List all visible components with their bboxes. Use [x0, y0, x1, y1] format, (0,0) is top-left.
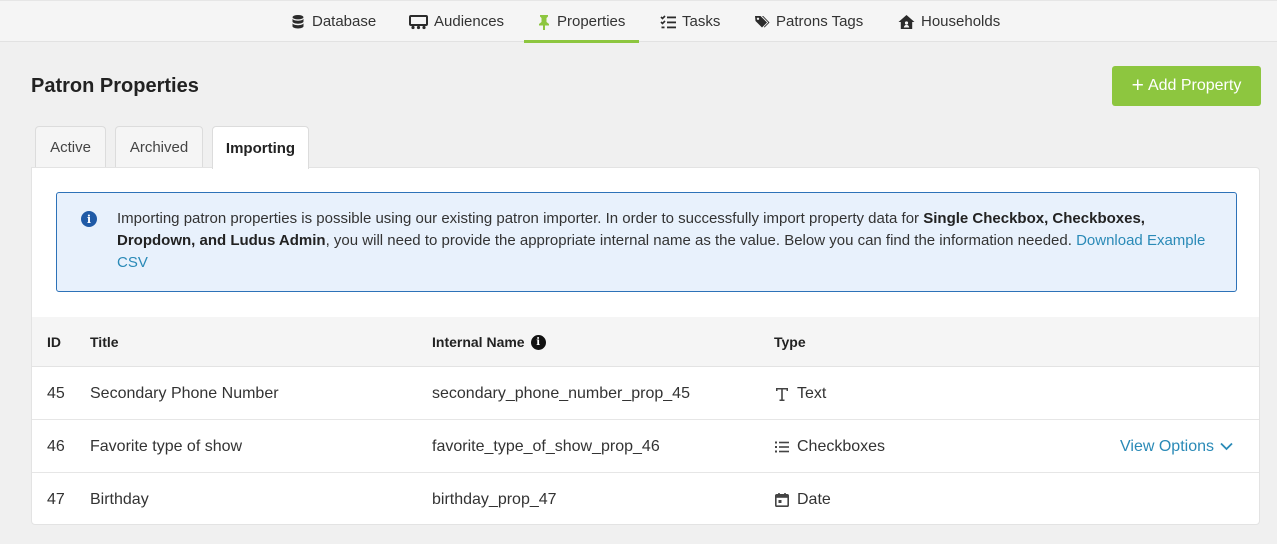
cell-title: Favorite type of show [90, 437, 243, 455]
cell-type: Text [774, 367, 826, 420]
column-header-label: Internal Name [432, 334, 525, 350]
nav-item-properties[interactable]: Properties [523, 1, 640, 43]
nav-label: Audiences [434, 13, 505, 30]
audiences-icon [409, 14, 428, 30]
info-message: Importing patron properties is possible … [117, 208, 1217, 274]
cell-id: 47 [47, 490, 65, 508]
cell-id: 45 [47, 384, 65, 402]
plus-icon: + [1131, 73, 1144, 97]
pushpin-icon [537, 14, 551, 30]
column-header-title: Title [90, 334, 119, 350]
column-header-type: Type [774, 334, 806, 350]
table-row: 45 Secondary Phone Number secondary_phon… [32, 367, 1259, 420]
column-header-id: ID [47, 334, 61, 350]
type-label: Date [797, 490, 831, 508]
nav-item-audiences[interactable]: Audiences [409, 1, 504, 42]
cell-internal-name: birthday_prop_47 [432, 490, 557, 508]
add-property-label: Add Property [1147, 77, 1242, 94]
tags-icon [754, 14, 770, 30]
tasks-icon [660, 14, 676, 30]
nav-label: Tasks [682, 13, 721, 30]
database-icon [290, 14, 306, 30]
importing-panel: i Importing patron properties is possibl… [31, 167, 1260, 525]
info-text-part: , you will need to provide the appropria… [325, 232, 1077, 249]
cell-type: Checkboxes [774, 420, 885, 473]
calendar-icon [774, 492, 790, 508]
tab-active[interactable]: Active [35, 126, 106, 168]
cell-title: Secondary Phone Number [90, 384, 279, 402]
chevron-down-icon [1220, 442, 1233, 451]
view-options-label: View Options [1120, 437, 1214, 455]
tab-label: Archived [129, 139, 189, 156]
view-options-button[interactable]: View Options [1120, 420, 1233, 473]
tab-label: Importing [225, 139, 296, 157]
cell-title: Birthday [90, 490, 149, 508]
tab-label: Active [50, 139, 91, 156]
table-row: 46 Favorite type of show favorite_type_o… [32, 420, 1259, 473]
list-icon [774, 439, 790, 455]
type-label: Text [797, 384, 827, 402]
table-row: 47 Birthday birthday_prop_47 Date [32, 473, 1259, 526]
column-header-internal-name: Internal Name i [432, 317, 546, 367]
type-label: Checkboxes [797, 437, 886, 455]
nav-label: Patrons Tags [776, 13, 864, 30]
info-text-part: Importing patron properties is possible … [117, 210, 924, 227]
add-property-button[interactable]: + Add Property [1112, 66, 1261, 106]
nav-label: Households [921, 13, 1001, 30]
text-icon [774, 386, 790, 402]
tab-archived[interactable]: Archived [115, 126, 203, 168]
house-icon [898, 14, 915, 30]
page-title: Patron Properties [31, 75, 199, 97]
tab-importing[interactable]: Importing [212, 126, 309, 169]
info-alert: i Importing patron properties is possibl… [56, 192, 1237, 292]
cell-id: 46 [47, 437, 65, 455]
top-navigation: Database Audiences Properties Tasks Patr… [0, 0, 1277, 43]
cell-internal-name: secondary_phone_number_prop_45 [432, 384, 690, 402]
nav-item-patrons-tags[interactable]: Patrons Tags [754, 1, 863, 42]
cell-type: Date [774, 473, 831, 526]
nav-label: Database [312, 13, 377, 30]
cell-internal-name: favorite_type_of_show_prop_46 [432, 437, 660, 455]
table-header: ID Title Internal Name i Type [32, 317, 1259, 367]
info-icon[interactable]: i [530, 334, 546, 350]
nav-label: Properties [557, 13, 626, 30]
nav-item-tasks[interactable]: Tasks [660, 1, 720, 42]
info-icon: i [81, 211, 97, 227]
nav-item-database[interactable]: Database [290, 1, 376, 42]
nav-item-households[interactable]: Households [898, 1, 1000, 42]
